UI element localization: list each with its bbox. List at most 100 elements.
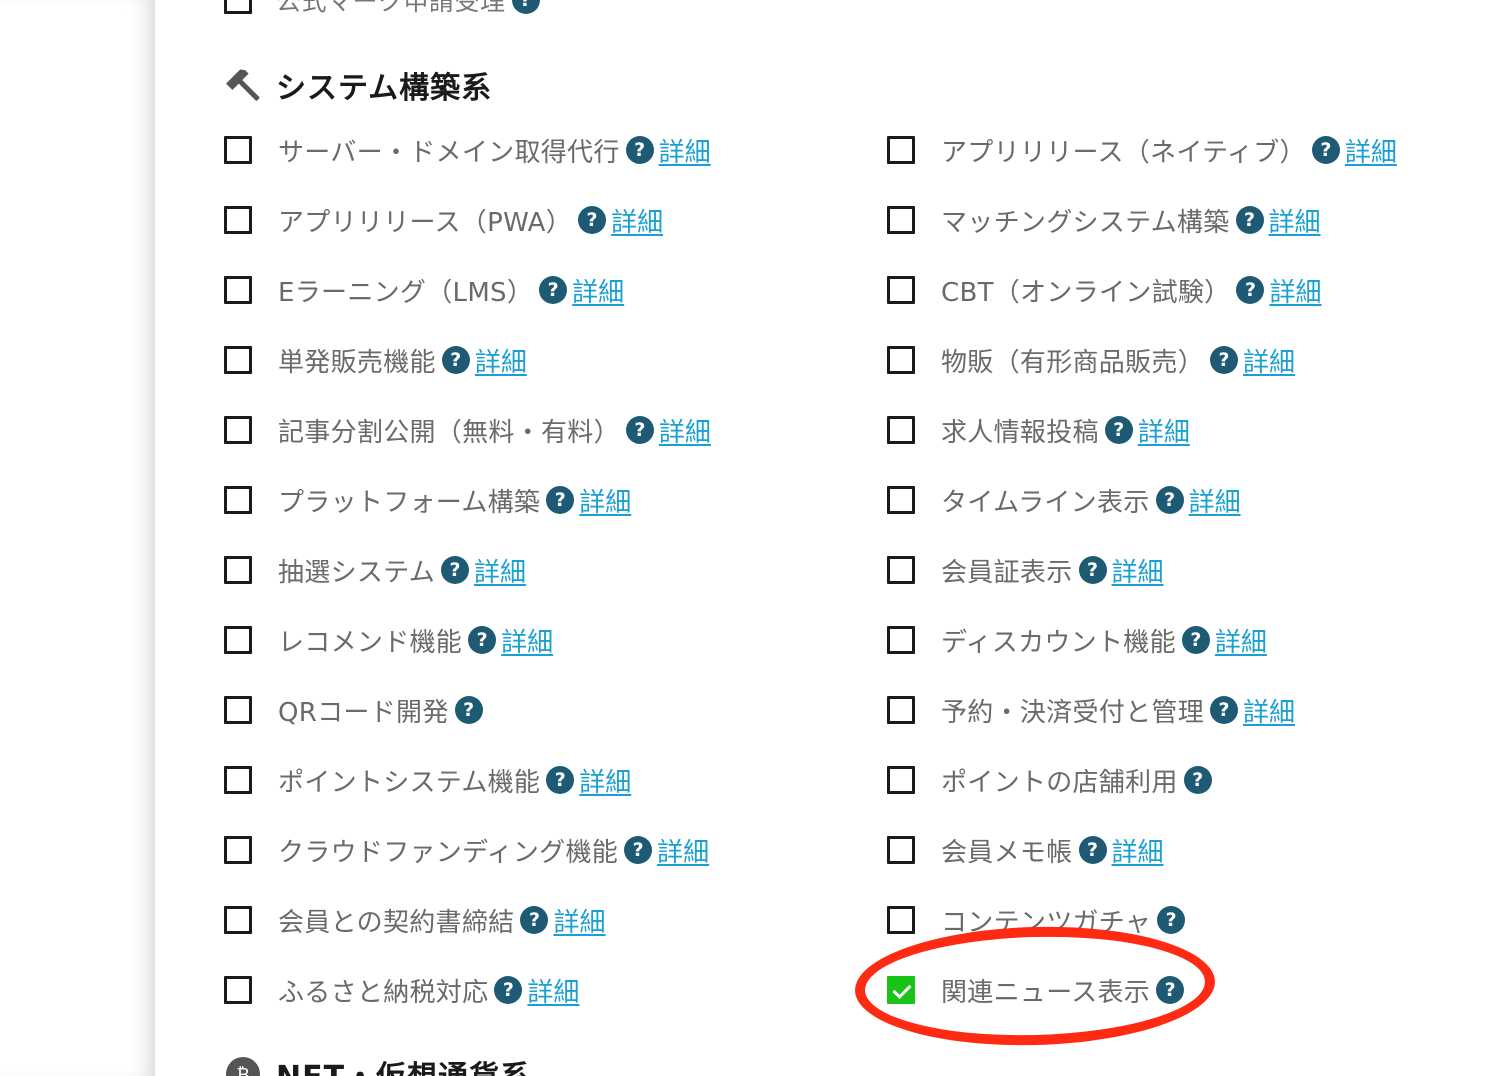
help-icon[interactable]: ? [1210,696,1239,724]
option-checkbox[interactable] [887,556,915,584]
option-checkbox[interactable] [224,346,252,374]
option-row[interactable]: タイムライン表示? 詳細 [887,478,1241,522]
option-row[interactable]: サーバー・ドメイン取得代行? 詳細 [224,128,711,172]
option-checkbox-checked[interactable] [887,976,915,1004]
help-icon[interactable]: ? [454,696,483,724]
option-row[interactable]: 関連ニュース表示? [887,968,1185,1012]
detail-link[interactable]: 詳細 [501,622,553,659]
option-checkbox[interactable] [887,346,915,374]
help-icon[interactable]: ? [625,136,654,164]
option-checkbox[interactable] [887,836,915,864]
help-icon[interactable]: ? [511,0,540,14]
detail-link[interactable]: 詳細 [1138,412,1190,449]
option-row[interactable]: プラットフォーム構築? 詳細 [224,478,631,522]
detail-link[interactable]: 詳細 [1269,272,1321,309]
detail-link[interactable]: 詳細 [1215,622,1267,659]
detail-link[interactable]: 詳細 [553,902,605,939]
option-checkbox[interactable] [224,486,252,514]
option-row[interactable]: アプリリリース（ネイティブ）? 詳細 [887,128,1397,172]
option-checkbox[interactable] [887,696,915,724]
help-icon[interactable]: ? [520,906,549,934]
help-icon[interactable]: ? [441,346,470,374]
help-icon[interactable]: ? [578,206,607,234]
option-checkbox[interactable] [224,976,252,1004]
detail-link[interactable]: 詳細 [474,552,526,589]
detail-link[interactable]: 詳細 [1112,552,1164,589]
option-checkbox[interactable] [224,206,252,234]
detail-link[interactable]: 詳細 [1243,692,1295,729]
help-icon[interactable]: ? [494,976,523,1004]
help-icon[interactable]: ? [546,486,575,514]
help-icon[interactable]: ? [546,766,575,794]
detail-link[interactable]: 詳細 [1243,342,1295,379]
detail-link[interactable]: 詳細 [579,482,631,519]
option-checkbox[interactable] [887,206,915,234]
option-checkbox[interactable] [887,766,915,794]
option-row[interactable]: QRコード開発? [224,688,483,732]
option-row[interactable]: Eラーニング（LMS）? 詳細 [224,268,624,312]
detail-link[interactable]: 詳細 [657,832,709,869]
option-row[interactable]: 会員証表示? 詳細 [887,548,1164,592]
detail-link[interactable]: 詳細 [1345,132,1397,169]
help-icon[interactable]: ? [1210,346,1239,374]
option-checkbox[interactable] [224,696,252,724]
option-row[interactable]: 物販（有形商品販売）? 詳細 [887,338,1295,382]
option-checkbox[interactable] [887,486,915,514]
help-icon[interactable]: ? [1104,416,1133,444]
detail-link[interactable]: 詳細 [659,412,711,449]
detail-link[interactable]: 詳細 [1269,202,1321,239]
option-row[interactable]: CBT（オンライン試験）? 詳細 [887,268,1322,312]
option-checkbox[interactable] [224,276,252,304]
option-row[interactable]: 抽選システム? 詳細 [224,548,526,592]
detail-link[interactable]: 詳細 [659,132,711,169]
help-icon[interactable]: ? [1183,766,1212,794]
option-row[interactable]: ポイントシステム機能? 詳細 [224,758,631,802]
help-icon[interactable]: ? [1078,836,1107,864]
detail-link[interactable]: 詳細 [579,762,631,799]
help-icon[interactable]: ? [1155,486,1184,514]
option-checkbox[interactable] [224,556,252,584]
detail-link[interactable]: 詳細 [572,272,624,309]
option-row[interactable]: アプリリリース（PWA）? 詳細 [224,198,663,242]
help-icon[interactable]: ? [1311,136,1340,164]
option-checkbox[interactable] [224,836,252,864]
option-row-top-partial[interactable]: 公式マーク申請受理 ? [224,0,540,22]
option-row[interactable]: 会員メモ帳? 詳細 [887,828,1164,872]
help-icon[interactable]: ? [1156,976,1185,1004]
detail-link[interactable]: 詳細 [1189,482,1241,519]
option-checkbox[interactable] [224,416,252,444]
help-icon[interactable]: ? [625,416,654,444]
detail-link[interactable]: 詳細 [475,342,527,379]
help-icon[interactable]: ? [1181,626,1210,654]
option-row[interactable]: 会員との契約書締結? 詳細 [224,898,605,942]
option-checkbox[interactable] [224,766,252,794]
option-row[interactable]: ふるさと納税対応? 詳細 [224,968,579,1012]
detail-link[interactable]: 詳細 [527,972,579,1009]
option-checkbox[interactable] [224,136,252,164]
option-checkbox[interactable] [887,906,915,934]
option-checkbox[interactable] [887,136,915,164]
option-row[interactable]: コンテンツガチャ? [887,898,1186,942]
help-icon[interactable]: ? [1236,276,1265,304]
help-icon[interactable]: ? [468,626,497,654]
option-checkbox[interactable] [224,0,252,14]
option-checkbox[interactable] [224,626,252,654]
option-row[interactable]: クラウドファンディング機能? 詳細 [224,828,709,872]
option-checkbox[interactable] [887,626,915,654]
help-icon[interactable]: ? [1235,206,1264,234]
option-row[interactable]: 求人情報投稿? 詳細 [887,408,1190,452]
option-row[interactable]: 予約・決済受付と管理? 詳細 [887,688,1295,732]
option-row[interactable]: ポイントの店舗利用? [887,758,1212,802]
help-icon[interactable]: ? [539,276,568,304]
option-checkbox[interactable] [887,416,915,444]
detail-link[interactable]: 詳細 [611,202,663,239]
option-checkbox[interactable] [887,276,915,304]
option-row[interactable]: マッチングシステム構築? 詳細 [887,198,1321,242]
option-row[interactable]: 記事分割公開（無料・有料）? 詳細 [224,408,711,452]
option-row[interactable]: ディスカウント機能? 詳細 [887,618,1267,662]
option-checkbox[interactable] [224,906,252,934]
help-icon[interactable]: ? [624,836,653,864]
help-icon[interactable]: ? [441,556,470,584]
option-row[interactable]: レコメンド機能? 詳細 [224,618,553,662]
help-icon[interactable]: ? [1078,556,1107,584]
